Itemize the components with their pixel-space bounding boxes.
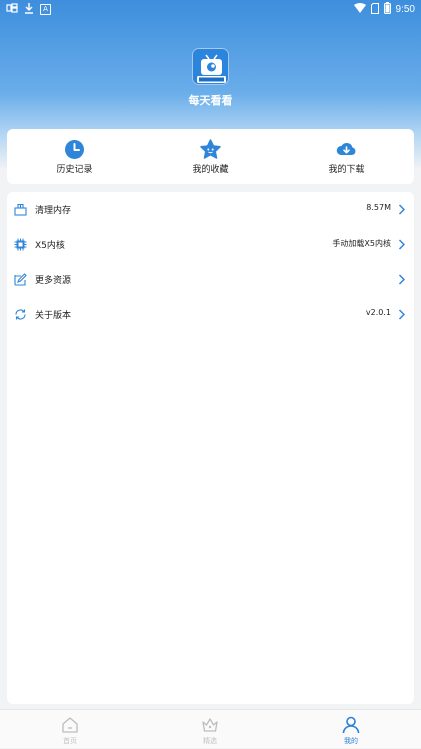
clock-icon [65,140,84,159]
a-icon: A [40,4,51,15]
more-resources-label: 更多资源 [35,276,72,286]
favorites-button[interactable]: 我的收藏 [143,129,278,184]
bottom-navigation: 首页 精选 我的 [0,709,421,748]
version-value: v2.0.1 [365,308,391,317]
nav-mine[interactable]: 我的 [281,710,421,749]
about-version-row[interactable]: 关于版本 v2.0.1 [7,297,414,332]
battery-icon [383,2,391,17]
clear-cache-row[interactable]: 清理内存 8.57M [7,192,414,227]
crown-icon [202,718,218,732]
wifi-icon [353,3,366,16]
downloads-label: 我的下载 [328,165,365,175]
star-icon [200,139,221,159]
nav-mine-label: 我的 [344,737,358,745]
quick-actions-card: 历史记录 我的收藏 我的下载 [7,129,414,184]
edit-icon [14,273,27,286]
nav-home-label: 首页 [63,737,77,745]
chip-icon [14,238,27,251]
chevron-right-icon [398,204,405,215]
sim-icon [370,2,379,17]
notification-icon [6,2,18,17]
status-time: 9:50 [395,4,415,15]
x5-kernel-label: X5内核 [35,241,65,251]
chevron-right-icon [398,239,405,250]
download-icon [24,2,34,17]
cloud-download-icon [336,143,356,155]
chevron-right-icon [398,309,405,320]
nav-featured[interactable]: 精选 [140,710,280,749]
person-icon [342,716,360,734]
nav-featured-label: 精选 [203,737,217,745]
nav-home[interactable]: 首页 [0,710,140,749]
downloads-button[interactable]: 我的下载 [279,129,414,184]
broom-icon [14,203,27,216]
app-logo [192,48,229,85]
settings-list-card: 清理内存 8.57M X5内核 手动加载X5内核 更多资源 关于版本 v2.0.… [7,192,414,704]
history-button[interactable]: 历史记录 [7,129,142,184]
home-icon [62,717,78,733]
status-bar: A 9:50 [0,0,421,18]
status-left: A [6,2,51,17]
x5-kernel-value: 手动加载X5内核 [332,239,391,248]
cache-size-value: 8.57M [366,203,391,212]
about-version-label: 关于版本 [35,311,72,321]
clear-cache-label: 清理内存 [35,206,72,216]
x5-kernel-row[interactable]: X5内核 手动加载X5内核 [7,227,414,262]
favorites-label: 我的收藏 [192,165,229,175]
more-resources-row[interactable]: 更多资源 [7,262,414,297]
history-label: 历史记录 [56,165,93,175]
status-right: 9:50 [353,2,415,17]
app-title: 每天看看 [188,94,233,107]
chevron-right-icon [398,274,405,285]
refresh-icon [15,309,26,320]
